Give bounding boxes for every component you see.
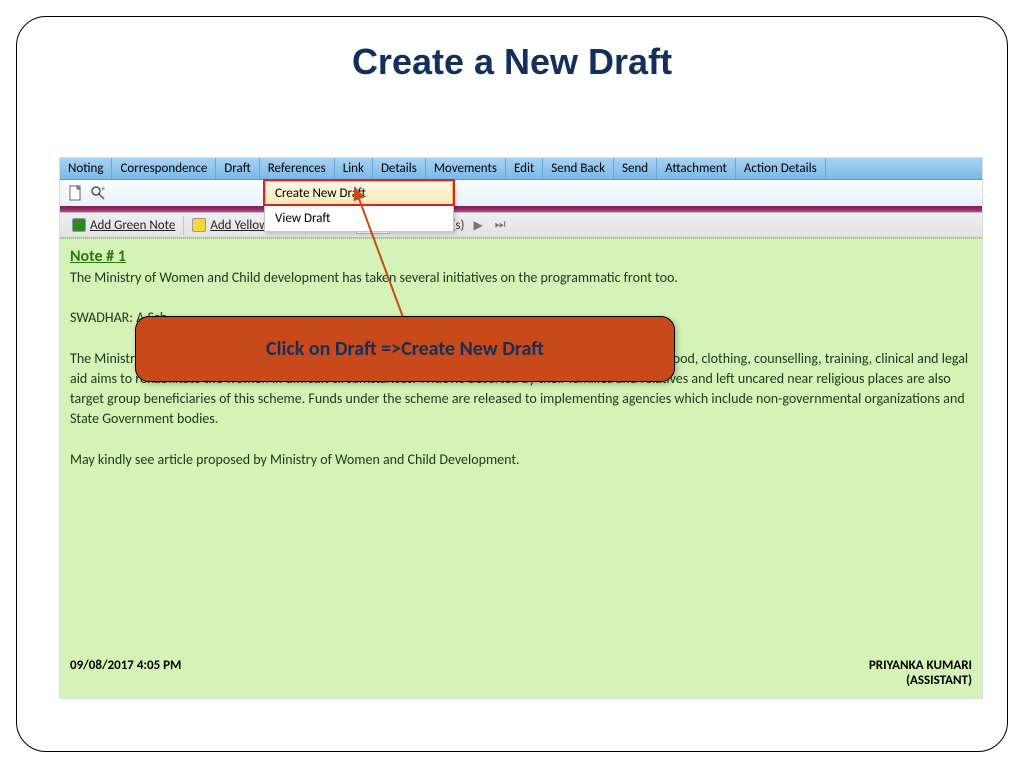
toolbar: + Create New Draft View Draft [60, 180, 982, 208]
add-green-note-label: Add Green Note [90, 218, 175, 233]
menu-references[interactable]: References [260, 158, 335, 179]
note-footer: 09/08/2017 4:05 PM PRIYANKA KUMARI (ASSI… [70, 658, 972, 688]
dropdown-view-draft[interactable]: View Draft [265, 206, 453, 231]
note-area: Note # 1 The Ministry of Women and Child… [60, 238, 982, 698]
add-green-note-button[interactable]: Add Green Note [64, 216, 184, 235]
draft-dropdown: Create New Draft View Draft [264, 180, 454, 232]
note-author-name: PRIYANKA KUMARI [869, 658, 972, 673]
menu-edit[interactable]: Edit [506, 158, 543, 179]
menu-draft[interactable]: Draft [216, 158, 259, 179]
notes-toolbar: Add Green Note Add Yellow Note ⏮ ◀ 1-1 o… [60, 212, 982, 238]
menu-details[interactable]: Details [373, 158, 426, 179]
yellow-note-icon [192, 218, 206, 232]
green-note-icon [72, 218, 86, 232]
app-screenshot: Noting Correspondence Draft References L… [59, 157, 983, 699]
menubar: Noting Correspondence Draft References L… [60, 158, 982, 180]
menu-link[interactable]: Link [335, 158, 373, 179]
pager-last-icon[interactable]: ⏭ [492, 218, 509, 232]
file-icon[interactable] [68, 185, 84, 201]
search-icon[interactable]: + [90, 185, 106, 201]
note-paragraph-4: May kindly see article proposed by Minis… [70, 450, 972, 470]
slide-title: Create a New Draft [17, 41, 1007, 83]
slide-frame: Create a New Draft Noting Correspondence… [16, 16, 1008, 752]
menu-send[interactable]: Send [614, 158, 657, 179]
menu-correspondence[interactable]: Correspondence [112, 158, 216, 179]
note-title: Note # 1 [70, 247, 972, 266]
menu-action-details[interactable]: Action Details [736, 158, 826, 179]
note-timestamp: 09/08/2017 4:05 PM [70, 658, 181, 688]
svg-text:+: + [101, 185, 105, 194]
menu-noting[interactable]: Noting [60, 158, 112, 179]
note-author: PRIYANKA KUMARI (ASSISTANT) [869, 658, 972, 688]
dropdown-create-new-draft[interactable]: Create New Draft [265, 181, 453, 206]
note-paragraph-1: The Ministry of Women and Child developm… [70, 268, 972, 288]
callout-text: Click on Draft =>Create New Draft [266, 337, 544, 361]
instruction-callout: Click on Draft =>Create New Draft [135, 316, 675, 382]
menu-movements[interactable]: Movements [426, 158, 506, 179]
menu-send-back[interactable]: Send Back [543, 158, 614, 179]
menu-attachment[interactable]: Attachment [657, 158, 736, 179]
note-author-role: (ASSISTANT) [869, 673, 972, 688]
pager-next-icon[interactable]: ▶ [470, 218, 485, 233]
